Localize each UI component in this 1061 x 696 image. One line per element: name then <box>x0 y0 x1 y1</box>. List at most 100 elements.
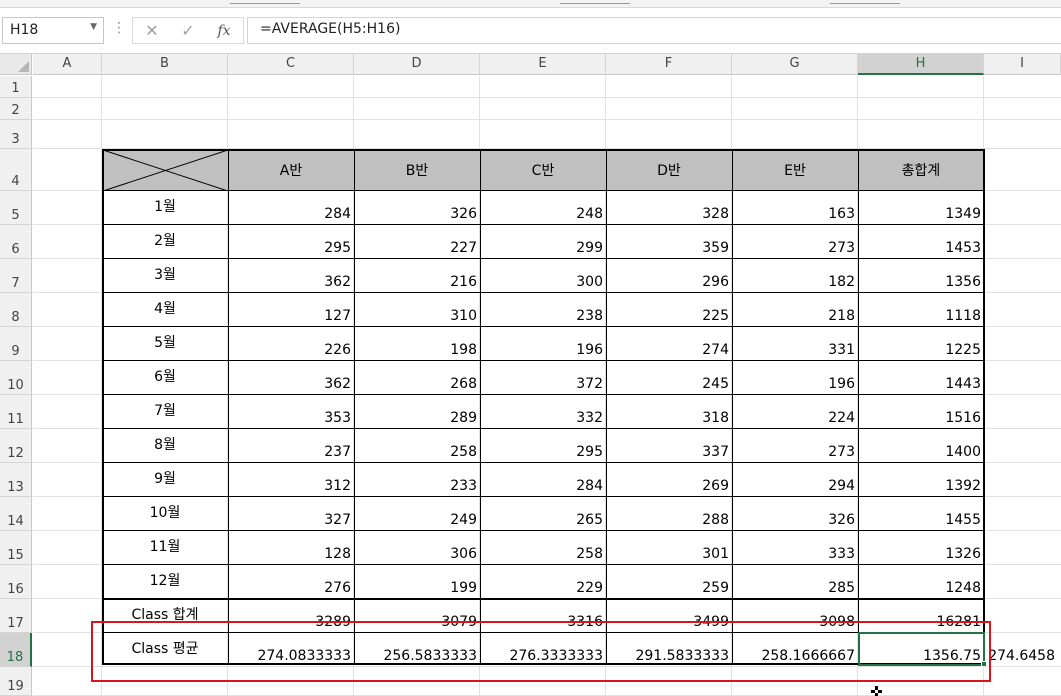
average-cell[interactable]: 291.5833333 <box>606 633 732 667</box>
total-cell[interactable]: 16281 <box>858 599 984 633</box>
data-cell[interactable]: 306 <box>354 531 480 565</box>
enter-icon[interactable]: ✓ <box>173 20 203 42</box>
data-cell[interactable]: 295 <box>228 225 354 259</box>
data-cell[interactable]: 310 <box>354 293 480 327</box>
data-cell[interactable]: 1356 <box>858 259 984 293</box>
data-cell[interactable]: 372 <box>480 361 606 395</box>
data-cell[interactable]: 1392 <box>858 463 984 497</box>
data-cell[interactable]: 1118 <box>858 293 984 327</box>
data-cell[interactable]: 196 <box>480 327 606 361</box>
data-cell[interactable]: 276 <box>228 565 354 599</box>
average-label-cell[interactable]: Class 평균 <box>102 633 228 667</box>
data-cell[interactable]: 226 <box>228 327 354 361</box>
data-cell[interactable]: 1248 <box>858 565 984 599</box>
data-cell[interactable]: 233 <box>354 463 480 497</box>
data-cell[interactable]: 326 <box>732 497 858 531</box>
month-label-cell[interactable]: 7월 <box>102 395 228 429</box>
data-cell[interactable]: 224 <box>732 395 858 429</box>
data-cell[interactable]: 237 <box>228 429 354 463</box>
month-label-cell[interactable]: 10월 <box>102 497 228 531</box>
data-cell[interactable]: 362 <box>228 361 354 395</box>
data-cell[interactable]: 296 <box>606 259 732 293</box>
data-cell[interactable]: 258 <box>480 531 606 565</box>
data-cell[interactable]: 128 <box>228 531 354 565</box>
row-header-3[interactable]: 3 <box>0 120 32 149</box>
month-label-cell[interactable]: 12월 <box>102 565 228 599</box>
data-cell[interactable]: 318 <box>606 395 732 429</box>
column-header-i[interactable]: I <box>984 54 1061 75</box>
table-header-cell[interactable]: B반 <box>354 149 480 191</box>
data-cell[interactable]: 249 <box>354 497 480 531</box>
row-header-10[interactable]: 10 <box>0 361 32 395</box>
data-cell[interactable]: 289 <box>354 395 480 429</box>
month-label-cell[interactable]: 4월 <box>102 293 228 327</box>
total-label-cell[interactable]: Class 합계 <box>102 599 228 633</box>
data-cell[interactable]: 301 <box>606 531 732 565</box>
row-header-9[interactable]: 9 <box>0 327 32 361</box>
month-label-cell[interactable]: 3월 <box>102 259 228 293</box>
data-cell[interactable]: 312 <box>228 463 354 497</box>
data-cell[interactable]: 182 <box>732 259 858 293</box>
data-cell[interactable]: 331 <box>732 327 858 361</box>
table-header-cell[interactable]: C반 <box>480 149 606 191</box>
data-cell[interactable]: 284 <box>228 191 354 225</box>
total-cell[interactable]: 3316 <box>480 599 606 633</box>
month-label-cell[interactable]: 2월 <box>102 225 228 259</box>
row-header-19[interactable]: 19 <box>0 667 32 696</box>
data-cell[interactable]: 285 <box>732 565 858 599</box>
average-cell[interactable]: 274.0833333 <box>228 633 354 667</box>
data-cell[interactable]: 127 <box>228 293 354 327</box>
row-header-7[interactable]: 7 <box>0 259 32 293</box>
average-cell[interactable]: 1356.75 <box>858 633 984 667</box>
row-header-11[interactable]: 11 <box>0 395 32 429</box>
data-cell[interactable]: 337 <box>606 429 732 463</box>
data-cell[interactable]: 265 <box>480 497 606 531</box>
data-cell[interactable]: 248 <box>480 191 606 225</box>
data-cell[interactable]: 1455 <box>858 497 984 531</box>
outside-value-cell[interactable]: 274.6458 <box>984 633 1061 667</box>
data-cell[interactable]: 362 <box>228 259 354 293</box>
row-header-4[interactable]: 4 <box>0 149 32 191</box>
name-box[interactable]: H18 ▼ <box>2 17 104 44</box>
data-cell[interactable]: 327 <box>228 497 354 531</box>
data-cell[interactable]: 1453 <box>858 225 984 259</box>
row-header-14[interactable]: 14 <box>0 497 32 531</box>
column-header-g[interactable]: G <box>732 54 858 75</box>
row-header-6[interactable]: 6 <box>0 225 32 259</box>
data-cell[interactable]: 273 <box>732 429 858 463</box>
total-cell[interactable]: 3098 <box>732 599 858 633</box>
select-all-corner[interactable] <box>0 54 32 75</box>
data-cell[interactable]: 333 <box>732 531 858 565</box>
data-cell[interactable]: 288 <box>606 497 732 531</box>
data-cell[interactable]: 1443 <box>858 361 984 395</box>
column-header-d[interactable]: D <box>354 54 480 75</box>
row-header-2[interactable]: 2 <box>0 98 32 120</box>
data-cell[interactable]: 238 <box>480 293 606 327</box>
data-cell[interactable]: 299 <box>480 225 606 259</box>
data-cell[interactable]: 259 <box>606 565 732 599</box>
table-header-cell[interactable]: E반 <box>732 149 858 191</box>
row-header-8[interactable]: 8 <box>0 293 32 327</box>
average-cell[interactable]: 256.5833333 <box>354 633 480 667</box>
column-header-c[interactable]: C <box>228 54 354 75</box>
insert-function-icon[interactable]: fx <box>209 20 239 42</box>
data-cell[interactable]: 1225 <box>858 327 984 361</box>
data-cell[interactable]: 353 <box>228 395 354 429</box>
data-cell[interactable]: 274 <box>606 327 732 361</box>
data-cell[interactable]: 1326 <box>858 531 984 565</box>
average-cell[interactable]: 276.3333333 <box>480 633 606 667</box>
column-header-f[interactable]: F <box>606 54 732 75</box>
data-cell[interactable]: 258 <box>354 429 480 463</box>
total-cell[interactable]: 3499 <box>606 599 732 633</box>
data-cell[interactable]: 273 <box>732 225 858 259</box>
data-cell[interactable]: 245 <box>606 361 732 395</box>
more-options-icon[interactable]: ⋮ <box>112 20 126 40</box>
data-cell[interactable]: 300 <box>480 259 606 293</box>
formula-input[interactable]: =AVERAGE(H5:H16) <box>247 17 1061 44</box>
table-header-cell[interactable]: 총합계 <box>858 149 984 191</box>
row-header-5[interactable]: 5 <box>0 191 32 225</box>
data-cell[interactable]: 225 <box>606 293 732 327</box>
table-header-cell[interactable]: A반 <box>228 149 354 191</box>
data-cell[interactable]: 284 <box>480 463 606 497</box>
row-header-1[interactable]: 1 <box>0 76 32 98</box>
